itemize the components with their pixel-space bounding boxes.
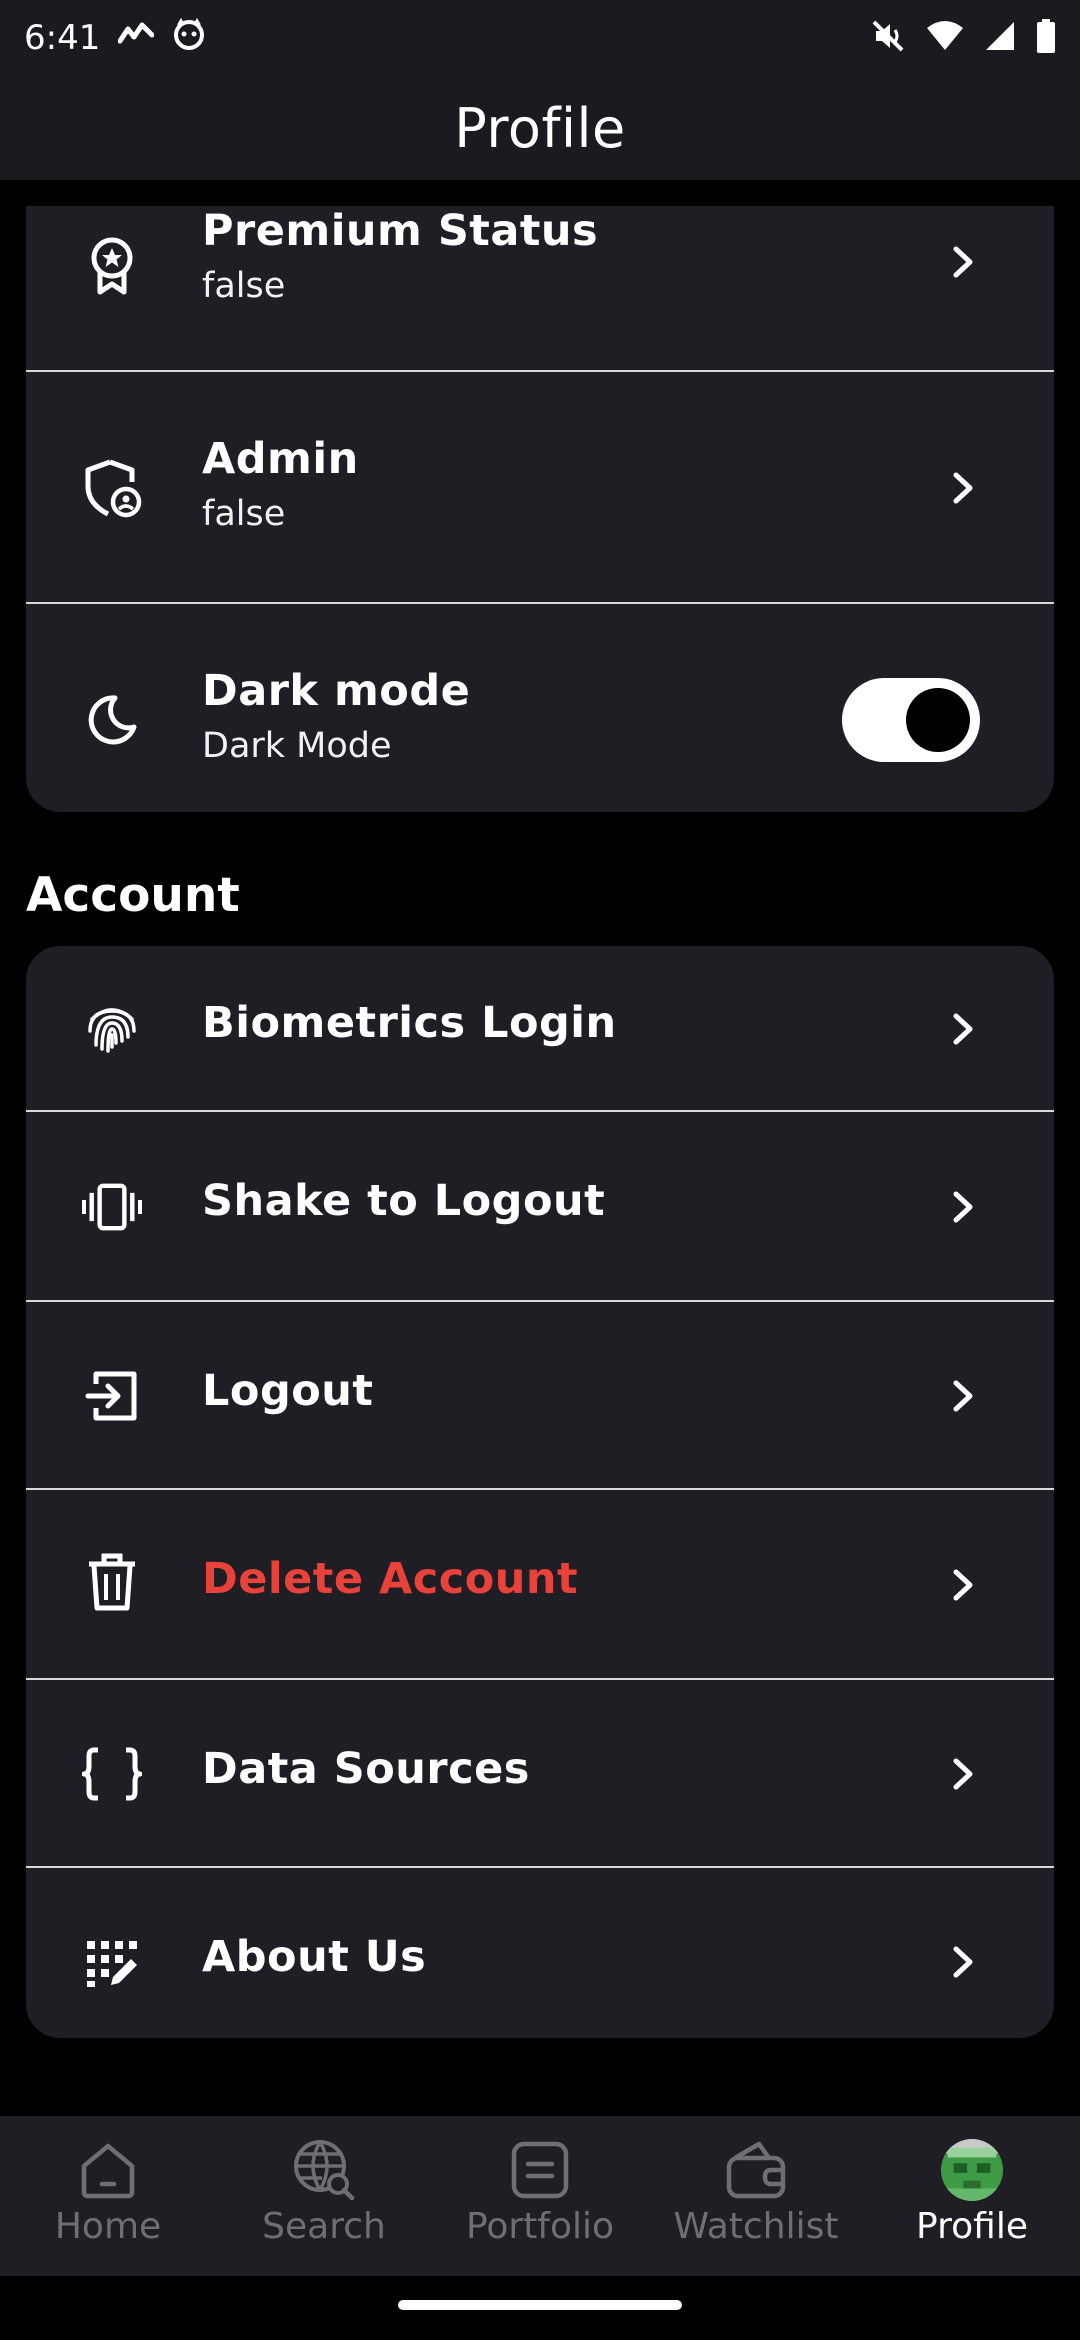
nav-home[interactable]: Home [0,2116,216,2276]
biometrics-login-label: Biometrics Login [202,998,617,1048]
vibrate-icon [82,1177,142,1237]
chevron-right-icon [944,1376,984,1416]
dark-mode-row[interactable]: Dark mode Dark Mode [26,604,1054,812]
home-icon [76,2138,140,2202]
chevron-right-icon [944,1009,984,1049]
toggle-knob [906,688,970,752]
moon-icon [82,690,142,750]
home-indicator[interactable] [398,2300,682,2310]
nav-search[interactable]: Search [216,2116,432,2276]
award-icon [82,236,142,296]
trash-icon [82,1552,142,1612]
account-card: Biometrics Login Shake to Logout Logout [26,946,1054,2038]
about-us-label: About Us [202,1932,427,1982]
profile-content[interactable]: Premium Status false Admin false Dark mo… [0,180,1080,2116]
dark-mode-toggle[interactable] [842,678,980,762]
admin-value: false [202,494,286,534]
braces-icon [82,1744,142,1804]
fingerprint-icon [82,999,142,1059]
premium-status-title: Premium Status [202,206,599,256]
wifi-icon [926,20,964,56]
battery-icon [1036,19,1056,57]
nav-watchlist-label: Watchlist [673,2206,839,2247]
about-us-row[interactable]: About Us [26,1868,1054,2038]
avatar-icon [940,2138,1004,2202]
status-bar: 6:41 [0,0,1080,76]
nav-watchlist[interactable]: Watchlist [648,2116,864,2276]
dark-mode-title: Dark mode [202,666,471,716]
biometrics-login-row[interactable]: Biometrics Login [26,946,1054,1112]
wallet-icon [724,2138,788,2202]
logout-label: Logout [202,1366,374,1416]
premium-status-value: false [202,266,286,306]
chevron-right-icon [944,242,984,282]
admin-title: Admin [202,434,359,484]
chevron-right-icon [944,1942,984,1982]
nav-portfolio-label: Portfolio [465,2206,615,2247]
shake-to-logout-row[interactable]: Shake to Logout [26,1112,1054,1302]
chevron-right-icon [944,1187,984,1227]
app-bar: Profile [0,76,1080,180]
nav-home-label: Home [54,2206,162,2247]
logout-row[interactable]: Logout [26,1302,1054,1490]
activity-icon [117,18,155,58]
delete-account-row[interactable]: Delete Account [26,1490,1054,1680]
delete-account-label: Delete Account [202,1554,579,1604]
page-title: Profile [454,96,626,160]
admin-row[interactable]: Admin false [26,372,1054,604]
signal-icon [984,20,1016,56]
status-time: 6:41 [24,18,101,58]
chevron-right-icon [944,1754,984,1794]
chevron-right-icon [944,1565,984,1605]
logout-icon [82,1366,142,1426]
premium-status-row[interactable]: Premium Status false [26,206,1054,372]
dots-edit-icon [82,1934,142,1994]
dark-mode-subtitle: Dark Mode [202,726,392,766]
data-sources-label: Data Sources [202,1744,530,1794]
settings-card: Premium Status false Admin false Dark mo… [26,206,1054,812]
account-section-title: Account [26,868,240,923]
nav-portfolio[interactable]: Portfolio [432,2116,648,2276]
data-sources-row[interactable]: Data Sources [26,1680,1054,1868]
shield-user-icon [82,458,142,518]
chevron-right-icon [944,468,984,508]
bottom-nav: Home Search Portfolio Watchlist Profile [0,2116,1080,2276]
nav-profile-label: Profile [916,2206,1028,2247]
globe-search-icon [292,2138,356,2202]
shake-to-logout-label: Shake to Logout [202,1176,606,1226]
nav-search-label: Search [262,2206,386,2247]
portfolio-icon [508,2138,572,2202]
cat-icon [172,17,206,60]
mute-icon [870,18,906,58]
nav-profile[interactable]: Profile [864,2116,1080,2276]
